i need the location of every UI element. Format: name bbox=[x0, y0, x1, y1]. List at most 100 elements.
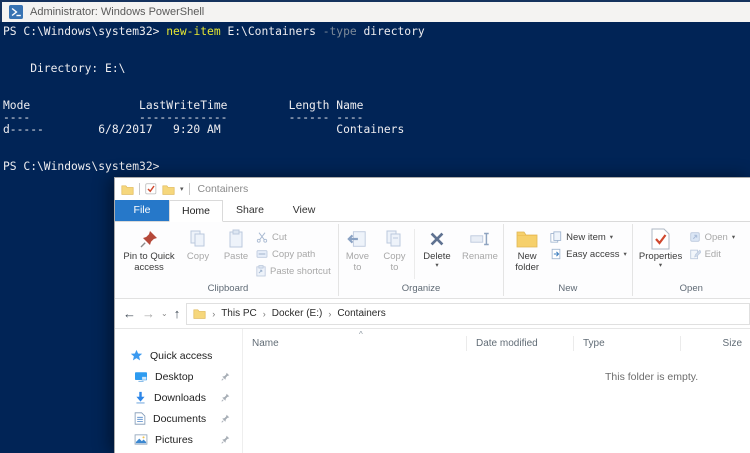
open-icon bbox=[689, 231, 701, 243]
edit-icon bbox=[689, 248, 701, 260]
delete-button[interactable]: Delete ▾ bbox=[416, 225, 458, 283]
qat-properties-button[interactable] bbox=[145, 183, 157, 195]
pin-icon bbox=[221, 435, 230, 444]
explorer-window: ▾ Containers File Home Share View Pin to… bbox=[114, 177, 750, 453]
downloads-icon bbox=[134, 391, 147, 404]
cut-label: Cut bbox=[272, 232, 287, 243]
sidebar-label: Desktop bbox=[155, 371, 194, 383]
delete-label: Delete bbox=[423, 252, 450, 263]
move-to-icon bbox=[347, 226, 367, 252]
easy-access-icon bbox=[550, 248, 562, 260]
move-to-button[interactable]: Move to bbox=[339, 225, 376, 283]
pictures-icon bbox=[134, 434, 148, 445]
ribbon-group-open: Properties ▾ Open ▾ bbox=[633, 222, 750, 298]
address-field[interactable]: › This PC › Docker (E:) › Containers bbox=[186, 303, 750, 325]
copy-path-label: Copy path bbox=[272, 249, 315, 260]
copy-to-button[interactable]: Copy to bbox=[376, 225, 413, 283]
move-to-label-1: Move bbox=[346, 252, 369, 263]
ribbon-group-organize: Move to Copy to bbox=[339, 222, 503, 298]
open-group-label: Open bbox=[633, 283, 750, 298]
command-text: new-item bbox=[166, 25, 220, 38]
new-folder-label-2: folder bbox=[515, 263, 539, 274]
easy-access-button[interactable]: Easy access ▾ bbox=[550, 247, 628, 261]
qat-separator bbox=[139, 183, 140, 195]
copy-button[interactable]: Copy bbox=[180, 225, 216, 283]
tab-home[interactable]: Home bbox=[169, 200, 223, 222]
sidebar-item-pictures[interactable]: Pictures bbox=[115, 429, 242, 450]
sidebar-label: Pictures bbox=[155, 434, 193, 446]
ribbon-group-clipboard: Pin to Quick access Copy Paste bbox=[118, 222, 338, 298]
rename-button[interactable]: Rename bbox=[458, 225, 502, 283]
properties-label: Properties bbox=[639, 252, 682, 263]
qat-new-folder-button[interactable] bbox=[162, 184, 175, 195]
command-tail: directory bbox=[357, 25, 425, 38]
explorer-window-title: Containers bbox=[198, 183, 249, 195]
edit-label: Edit bbox=[705, 249, 721, 260]
tab-file[interactable]: File bbox=[115, 200, 169, 221]
paste-shortcut-button[interactable]: Paste shortcut bbox=[256, 264, 336, 278]
command-param: -type bbox=[323, 25, 357, 38]
column-header-date-modified[interactable]: Date modified bbox=[466, 336, 573, 351]
tab-share[interactable]: Share bbox=[223, 200, 277, 221]
crumb-separator-3: › bbox=[328, 309, 331, 319]
ribbon-group-new: New folder New item ▾ bbox=[504, 222, 631, 298]
edit-button[interactable]: Edit bbox=[689, 247, 745, 261]
new-folder-button[interactable]: New folder bbox=[504, 225, 550, 283]
back-button[interactable]: ← bbox=[123, 307, 136, 320]
up-button[interactable]: ↑ bbox=[174, 307, 181, 320]
organize-inner-separator bbox=[414, 229, 415, 279]
location-folder-icon bbox=[193, 308, 206, 319]
sidebar-item-documents[interactable]: Documents bbox=[115, 408, 242, 429]
breadcrumb-drive[interactable]: Docker (E:) bbox=[272, 308, 323, 319]
explorer-titlebar[interactable]: ▾ Containers bbox=[115, 178, 750, 200]
screen: Administrator: Windows PowerShell PS C:\… bbox=[0, 0, 750, 453]
file-list: ^ Name Date modified Type Size This fold… bbox=[243, 329, 750, 453]
column-header-size[interactable]: Size bbox=[680, 336, 750, 351]
copy-to-label-2: to bbox=[390, 263, 398, 274]
tab-view[interactable]: View bbox=[277, 200, 331, 221]
properties-button[interactable]: Properties ▾ bbox=[633, 225, 689, 283]
sidebar-item-desktop[interactable]: Desktop bbox=[115, 366, 242, 387]
recent-locations-button[interactable]: ⌄ bbox=[161, 310, 168, 318]
breadcrumb-this-pc[interactable]: This PC bbox=[221, 308, 257, 319]
cut-button[interactable]: Cut bbox=[256, 230, 336, 244]
sidebar-label: Downloads bbox=[154, 392, 206, 404]
prompt-text: PS C:\Windows\system32> bbox=[3, 25, 166, 38]
paste-shortcut-label: Paste shortcut bbox=[270, 266, 331, 277]
qat-customize-caret[interactable]: ▾ bbox=[180, 186, 184, 193]
pin-icon bbox=[221, 372, 230, 381]
column-header-type[interactable]: Type bbox=[573, 336, 680, 351]
powershell-icon bbox=[9, 5, 23, 19]
copy-to-icon bbox=[385, 226, 403, 252]
crumb-separator: › bbox=[212, 309, 215, 319]
column-header-name[interactable]: Name bbox=[243, 336, 466, 351]
new-item-button[interactable]: New item ▾ bbox=[550, 230, 628, 244]
sidebar-item-quick-access[interactable]: Quick access bbox=[115, 345, 242, 366]
navigation-pane: Quick access Desktop Downloads bbox=[115, 329, 243, 453]
desktop-icon bbox=[134, 371, 148, 383]
open-button[interactable]: Open ▾ bbox=[689, 230, 745, 244]
copy-path-icon bbox=[256, 249, 268, 259]
powershell-title: Administrator: Windows PowerShell bbox=[30, 6, 204, 18]
new-item-caret-icon: ▾ bbox=[610, 233, 613, 241]
paste-button[interactable]: Paste bbox=[216, 225, 256, 283]
delete-icon bbox=[428, 226, 446, 252]
pushpin-icon bbox=[139, 226, 159, 252]
pin-to-quick-access-button[interactable]: Pin to Quick access bbox=[118, 225, 180, 283]
breadcrumb-containers[interactable]: Containers bbox=[337, 308, 385, 319]
copy-icon bbox=[189, 226, 207, 252]
forward-button[interactable]: → bbox=[142, 307, 155, 320]
paste-shortcut-icon bbox=[256, 265, 266, 277]
documents-icon bbox=[134, 412, 146, 425]
new-group-label: New bbox=[504, 283, 631, 298]
sidebar-label: Quick access bbox=[150, 350, 212, 362]
sidebar-item-downloads[interactable]: Downloads bbox=[115, 387, 242, 408]
ribbon: Pin to Quick access Copy Paste bbox=[115, 222, 750, 299]
pin-label-1: Pin to Quick bbox=[123, 252, 174, 263]
column-headers: Name Date modified Type Size bbox=[243, 329, 750, 353]
powershell-titlebar[interactable]: Administrator: Windows PowerShell bbox=[0, 2, 750, 22]
copy-label: Copy bbox=[187, 252, 209, 263]
pin-icon bbox=[221, 414, 230, 423]
open-caret-icon: ▾ bbox=[732, 233, 735, 241]
copy-path-button[interactable]: Copy path bbox=[256, 247, 336, 261]
